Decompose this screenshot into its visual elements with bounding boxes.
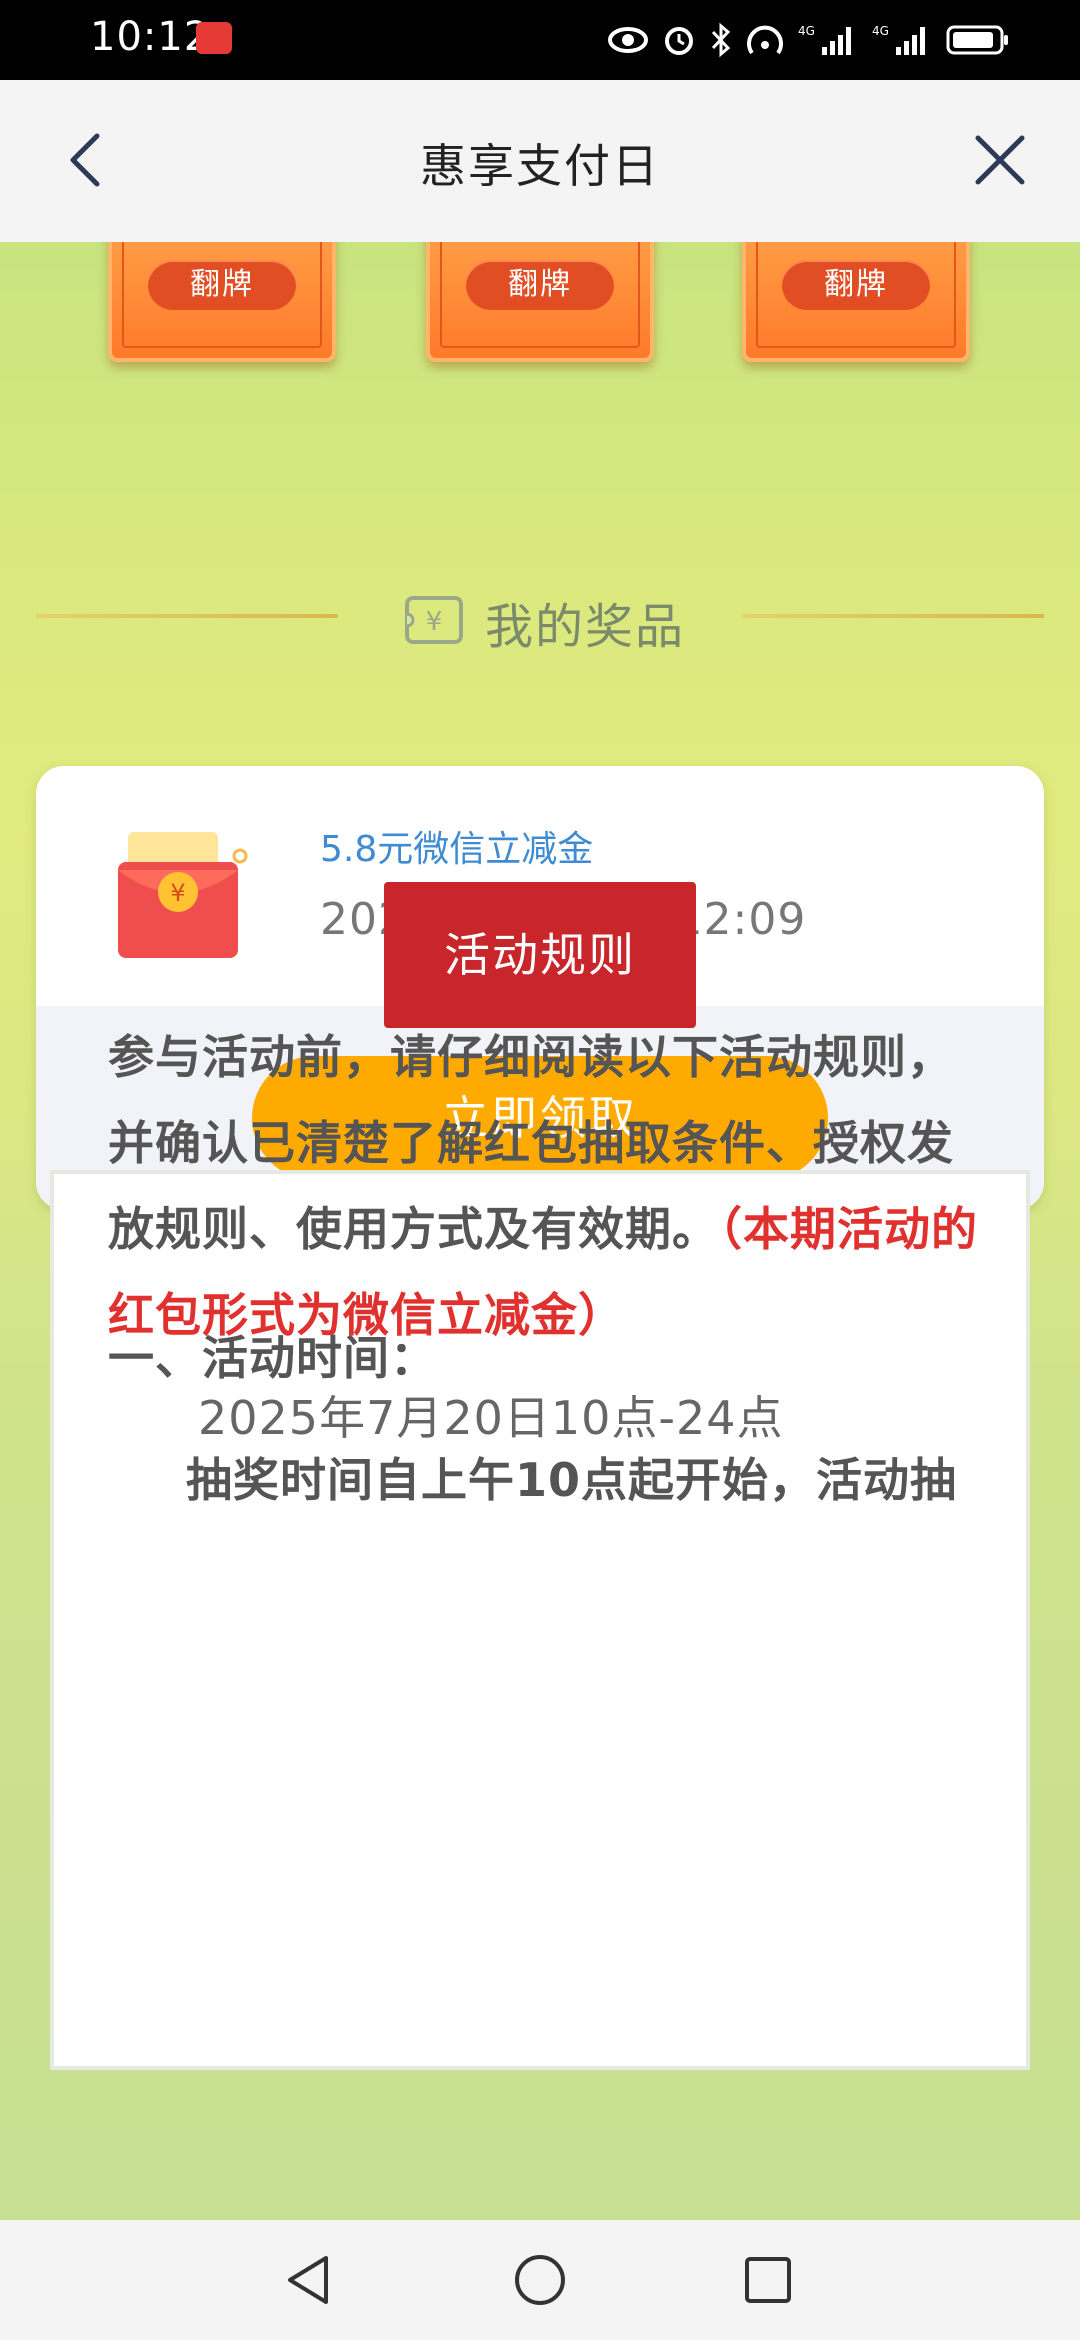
svg-text:¥: ¥ xyxy=(170,879,185,907)
heading-divider-right xyxy=(742,614,1044,618)
page-content: 翻牌 翻牌 翻牌 ¥ 我的奖品 ¥ 5.8元微信立减金 2025-07-20 1… xyxy=(0,242,1080,2220)
close-button[interactable] xyxy=(960,120,1040,200)
hotspot-icon xyxy=(747,25,783,55)
nav-home-button[interactable] xyxy=(504,2244,576,2316)
signal-4g-icon: 4G xyxy=(798,24,851,55)
rules-intro: 参与活动前，请仔细阅读以下活动规则，并确认已清楚了解红包抽取条件、授权发放规则、… xyxy=(108,1014,988,1358)
alarm-icon xyxy=(665,27,693,55)
nav-recents-button[interactable] xyxy=(732,2244,804,2316)
ticket-icon: ¥ xyxy=(405,596,463,644)
flip-card[interactable]: 翻牌 xyxy=(108,242,336,362)
flip-card[interactable]: 翻牌 xyxy=(426,242,654,362)
flip-button[interactable]: 翻牌 xyxy=(782,260,930,310)
svg-text:4G: 4G xyxy=(798,24,815,38)
square-recents-icon xyxy=(745,2257,791,2303)
circle-home-icon xyxy=(515,2255,565,2305)
rules-activity-date: 2025年7月20日10点-24点 xyxy=(198,1391,784,1445)
status-bar: 10:12 4G 4G xyxy=(0,0,1080,80)
prize-name: 5.8元微信立减金 xyxy=(320,829,594,870)
rules-activity-note: 抽奖时间自上午10点起开始，活动抽 xyxy=(186,1453,958,1507)
close-icon xyxy=(975,135,1025,185)
heading-divider-left xyxy=(36,614,338,618)
triangle-back-icon xyxy=(288,2256,328,2304)
svg-text:¥: ¥ xyxy=(426,607,443,637)
bluetooth-icon xyxy=(711,22,731,58)
flip-button[interactable]: 翻牌 xyxy=(148,260,296,310)
red-packet-icon: ¥ xyxy=(118,832,248,958)
eye-icon xyxy=(608,27,648,53)
flip-card[interactable]: 翻牌 xyxy=(742,242,970,362)
page-title: 惠享支付日 xyxy=(420,139,660,193)
rules-section-title: 一、活动时间： xyxy=(108,1331,437,1385)
system-nav-bar xyxy=(0,2220,1080,2340)
nav-back-button[interactable] xyxy=(272,2244,344,2316)
battery-icon xyxy=(946,25,1008,55)
rules-tab: 活动规则 xyxy=(384,882,696,1028)
notification-badge-icon xyxy=(196,22,232,54)
app-header: 惠享支付日 xyxy=(0,80,1080,242)
status-time: 10:12 xyxy=(90,14,211,60)
flip-button[interactable]: 翻牌 xyxy=(466,260,614,310)
signal-4g-icon: 4G xyxy=(872,24,925,55)
svg-text:4G: 4G xyxy=(872,24,889,38)
status-icons: 4G 4G xyxy=(608,18,1010,62)
prizes-heading: 我的奖品 xyxy=(485,599,686,655)
